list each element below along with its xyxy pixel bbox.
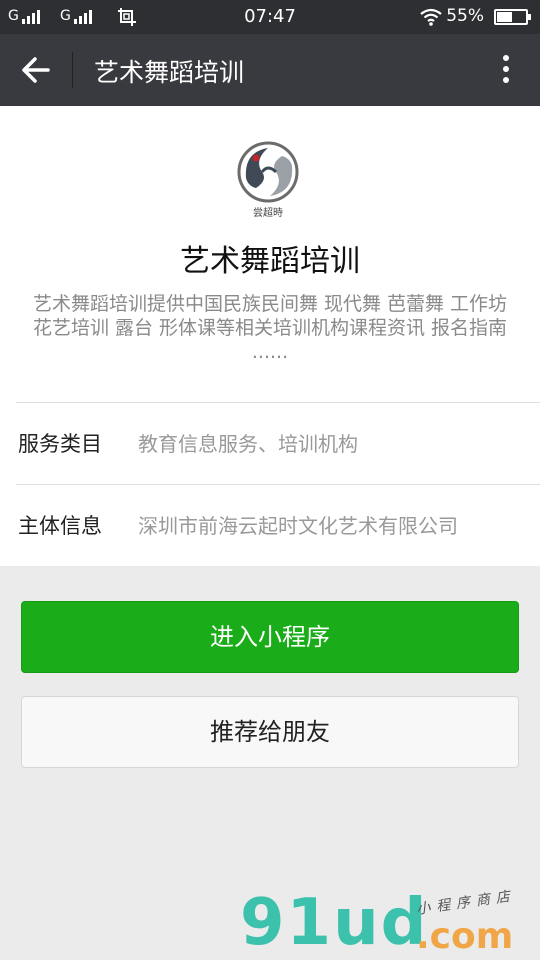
divider xyxy=(16,402,540,403)
divider xyxy=(16,484,540,485)
battery-fill xyxy=(497,12,512,22)
watermark-domain: .com xyxy=(416,916,514,957)
battery-icon xyxy=(494,9,531,25)
more-button[interactable] xyxy=(492,50,520,90)
info-row-label: 服务类目 xyxy=(18,432,102,456)
status-bar: G G 07:47 55% xyxy=(0,0,540,34)
info-row-label: 主体信息 xyxy=(18,514,102,538)
app-description: 艺术舞蹈培训提供中国民族民间舞 现代舞 芭蕾舞 工作坊 花艺培训 露台 形体课等… xyxy=(32,293,508,363)
mini-program-profile-card: 尝超時 艺术舞蹈培训 艺术舞蹈培训提供中国民族民间舞 现代舞 芭蕾舞 工作坊 花… xyxy=(0,106,540,566)
title-bar: 艺术舞蹈培训 xyxy=(0,34,540,106)
page-title: 艺术舞蹈培训 xyxy=(94,58,245,87)
recommend-to-friend-button[interactable]: 推荐给朋友 xyxy=(21,696,519,768)
enter-mini-program-button[interactable]: 进入小程序 xyxy=(21,601,519,673)
logo-caption: 尝超時 xyxy=(253,206,283,219)
wifi-icon xyxy=(420,8,442,26)
watermark-logo: 91ud xyxy=(240,886,429,960)
info-row-value: 深圳市前海云起时文化艺术有限公司 xyxy=(138,514,458,538)
app-logo: 尝超時 xyxy=(234,138,304,220)
info-row-service-category: 服务类目 教育信息服务、培训机构 xyxy=(0,404,540,484)
battery-percent: 55% xyxy=(446,6,484,26)
info-row-entity-info: 主体信息 深圳市前海云起时文化艺术有限公司 xyxy=(0,486,540,566)
info-row-value: 教育信息服务、培训机构 xyxy=(138,432,358,456)
arrow-left-icon xyxy=(22,57,50,83)
title-divider xyxy=(72,52,73,88)
watermark: 91ud 小程序商店 .com xyxy=(240,886,540,960)
app-logo-icon: 尝超時 xyxy=(237,141,299,219)
back-button[interactable] xyxy=(14,50,58,90)
app-name: 艺术舞蹈培训 xyxy=(180,244,360,279)
more-vertical-icon xyxy=(492,55,520,83)
